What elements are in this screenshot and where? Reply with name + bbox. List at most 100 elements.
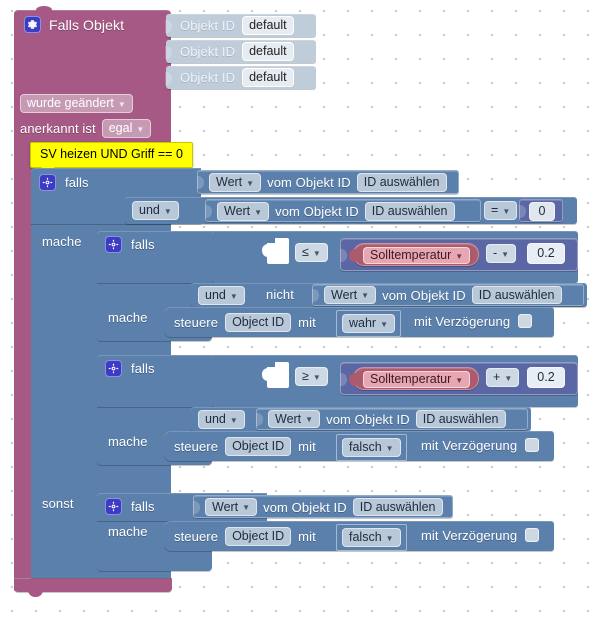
puzzle-notch [340,248,347,262]
comment-bubble[interactable]: SV heizen UND Griff == 0 [30,142,193,172]
action-state-dropdown[interactable]: falsch ▼ [342,438,401,457]
gear-icon[interactable] [105,236,122,253]
variable-dropdown-1[interactable]: Solltemperatur ▼ [363,247,471,264]
object-id-selector[interactable]: ID auswählen [364,202,455,221]
object-id-value[interactable]: default [242,42,294,61]
action-state-slot[interactable]: falsch ▼ [336,434,407,461]
value-selector-dropdown[interactable]: Wert ▼ [205,498,258,516]
chevron-down-icon: ▼ [246,178,255,188]
else-if-label: falls [131,499,155,514]
value-selector-dropdown[interactable]: Wert ▼ [209,173,262,192]
math-operator-label-1: - [493,246,498,261]
action-state-dropdown[interactable]: falsch ▼ [342,528,401,547]
object-id-label: Objekt ID [180,44,236,59]
chevron-down-icon: ▼ [117,99,126,109]
inner-if-1-operator-dropdown[interactable]: ≤ ▼ [295,243,328,262]
value-selector-label: Wert [224,204,251,219]
delay-checkbox[interactable] [525,438,540,452]
inner-if-1-label: falls [131,237,155,252]
event-block-header[interactable]: Falls Objekt [24,16,124,33]
blockly-workspace[interactable]: Falls Objekt Objekt ID default Objekt ID… [0,0,611,618]
chevron-down-icon: ▼ [504,373,513,383]
puzzle-notch [165,19,172,33]
chevron-down-icon: ▼ [385,533,394,543]
object-id-selector[interactable]: ID auswählen [471,286,562,304]
chevron-down-icon: ▼ [312,248,321,258]
object-id-selector[interactable]: ID auswählen [415,410,506,428]
from-object-label: vom Objekt ID [267,175,351,190]
math-value-2[interactable]: 0.2 [527,367,565,388]
object-id-row[interactable]: Objekt ID default [165,14,316,37]
empty-socket-icon[interactable] [262,362,289,388]
gear-icon[interactable] [105,360,122,377]
join-operator-dropdown[interactable]: und ▼ [198,410,245,429]
chevron-down-icon: ▼ [502,206,511,216]
gear-icon[interactable] [24,16,41,33]
inner-if-1-operator-label: ≤ [302,245,309,260]
action-verb-label: steuere [174,315,219,330]
puzzle-notch [519,204,526,218]
gear-icon[interactable] [39,174,56,191]
math-operator-label-2: + [493,370,501,385]
value-selector-dropdown[interactable]: Wert ▼ [324,286,377,304]
inner-if-1-second-condition[interactable]: Wert ▼ vom Objekt ID ID auswählen [312,284,584,306]
outer-condition-1[interactable]: Wert ▼ vom Objekt ID ID auswählen [197,170,459,194]
action-state-slot[interactable]: falsch ▼ [336,524,407,551]
empty-socket-icon[interactable] [262,238,289,264]
outer-if-title-row[interactable]: falls [39,174,89,191]
object-id-value[interactable]: default [242,16,294,35]
inner-if-1-do-label: mache [108,310,148,325]
puzzle-notch [193,500,200,514]
chevron-down-icon: ▼ [305,415,314,424]
value-selector-dropdown[interactable]: Wert ▼ [217,202,270,221]
variable-dropdown-2[interactable]: Solltemperatur ▼ [363,371,471,388]
math-operator-dropdown-1[interactable]: - ▼ [486,244,517,263]
inner-if-1-title-row[interactable]: falls [105,236,155,253]
outer-if-label: falls [65,175,89,190]
join-operator-dropdown[interactable]: und ▼ [198,286,245,305]
variable-label-1: Solltemperatur [370,248,452,263]
trigger-mode-dropdown[interactable]: wurde geändert ▼ [20,94,133,113]
comparison-operator-dropdown[interactable]: = ▼ [484,201,518,220]
variable-block-1[interactable]: Solltemperatur ▼ [349,243,479,266]
object-id-value[interactable]: default [242,68,294,87]
ack-value-dropdown[interactable]: egal ▼ [101,119,152,138]
action-state-slot[interactable]: wahr ▼ [336,310,402,337]
value-selector-dropdown[interactable]: Wert ▼ [268,410,321,428]
compare-number-block[interactable]: 0 [519,199,563,222]
action-target-field[interactable]: Object ID [225,437,292,456]
object-id-row[interactable]: Objekt ID default [165,40,316,63]
chevron-down-icon: ▼ [163,206,172,216]
object-id-row[interactable]: Objekt ID default [165,66,316,89]
action-target-field[interactable]: Object ID [225,527,292,546]
action-target-field[interactable]: Object ID [225,313,292,332]
inner-if-2-second-condition[interactable]: Wert ▼ vom Objekt ID ID auswählen [256,408,528,430]
action-state-dropdown[interactable]: wahr ▼ [342,314,396,333]
delay-checkbox[interactable] [518,314,533,328]
join-operator-label: und [139,203,160,218]
join-operator-dropdown[interactable]: und ▼ [132,201,179,220]
math-operator-dropdown-2[interactable]: + ▼ [486,368,520,387]
join-operator-label: und [205,288,226,303]
variable-block-2[interactable]: Solltemperatur ▼ [349,367,479,390]
value-selector-label: Wert [216,175,243,190]
puzzle-notch [256,413,263,426]
chevron-down-icon: ▼ [361,291,370,300]
delay-checkbox[interactable] [525,528,540,542]
inner-if-2-label: falls [131,361,155,376]
else-if-title-row[interactable]: falls [105,498,155,515]
action-with-label: mit [298,529,316,544]
compare-number-value[interactable]: 0 [529,202,555,221]
gear-icon[interactable] [105,498,122,515]
from-object-label: vom Objekt ID [326,411,410,427]
object-id-selector[interactable]: ID auswählen [356,173,447,192]
outer-condition-2[interactable]: Wert ▼ vom Objekt ID ID auswählen [205,199,481,222]
value-selector-label: Wert [331,287,358,302]
else-condition[interactable]: Wert ▼ vom Objekt ID ID auswählen [193,495,453,518]
math-value-1[interactable]: 0.2 [527,243,565,264]
chevron-down-icon: ▼ [385,443,394,453]
chevron-down-icon: ▼ [380,319,389,329]
inner-if-2-operator-dropdown[interactable]: ≥ ▼ [295,367,328,386]
inner-if-2-title-row[interactable]: falls [105,360,155,377]
object-id-selector[interactable]: ID auswählen [352,498,443,516]
